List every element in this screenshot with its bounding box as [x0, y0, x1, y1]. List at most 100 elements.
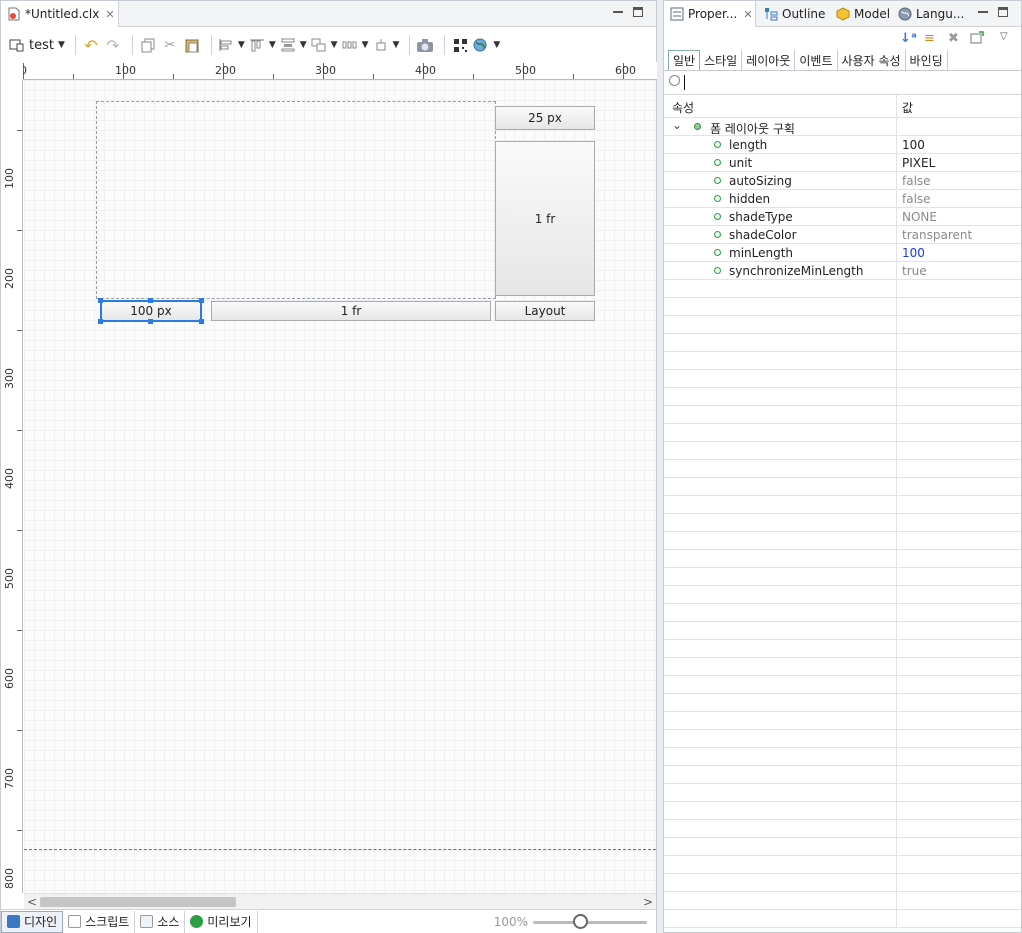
tab-properties[interactable]: Proper... ✕ — [664, 1, 756, 27]
empty-row — [664, 442, 1021, 460]
layout-button[interactable]: Layout — [495, 301, 595, 321]
ruler-label: 700 — [3, 768, 16, 789]
property-row[interactable]: shadeColor transparent — [664, 226, 1021, 244]
empty-row — [664, 406, 1021, 424]
paste-icon[interactable] — [183, 34, 201, 56]
selection-handle[interactable] — [148, 298, 153, 303]
property-value[interactable]: true — [902, 264, 927, 278]
property-search-input[interactable] — [664, 71, 1021, 95]
empty-row — [664, 298, 1021, 316]
source-file-icon — [140, 915, 154, 928]
tab-design[interactable]: 디자인 — [1, 910, 64, 933]
selection-handle[interactable] — [199, 319, 204, 324]
scroll-left-icon[interactable]: < — [24, 894, 40, 910]
property-value[interactable]: false — [902, 174, 931, 188]
selection-handle[interactable] — [148, 319, 153, 324]
close-icon[interactable]: ✕ — [743, 8, 752, 21]
property-row[interactable]: autoSizing false — [664, 172, 1021, 190]
edit-icon[interactable] — [970, 31, 985, 48]
ruler-tick — [17, 730, 22, 731]
align-left-icon[interactable]: ▼ — [218, 34, 245, 56]
selection-handle[interactable] — [98, 319, 103, 324]
tab-language[interactable]: Langu... — [892, 1, 970, 27]
view-menu-icon[interactable]: ▽ — [1000, 31, 1008, 42]
tab-preview-label: 미리보기 — [207, 915, 252, 929]
subtab-layout[interactable]: 레이아웃 — [742, 50, 796, 70]
tab-source[interactable]: 소스 — [135, 910, 186, 933]
scroll-right-icon[interactable]: > — [640, 894, 656, 910]
undo-icon[interactable]: ↶ — [82, 34, 100, 56]
selection-handle[interactable] — [98, 298, 103, 303]
property-value[interactable]: 100 — [902, 138, 925, 152]
maximize-icon[interactable] — [633, 7, 643, 17]
property-value[interactable]: PIXEL — [902, 156, 935, 170]
minimize-icon[interactable] — [978, 7, 988, 13]
distribute-icon[interactable]: ▼ — [280, 34, 307, 56]
group-icon[interactable]: ▼ — [311, 34, 338, 56]
subtab-user-attributes[interactable]: 사용자 속성 — [838, 50, 906, 70]
globe-settings-icon[interactable]: ▼ — [473, 34, 500, 56]
property-name: synchronizeMinLength — [729, 264, 864, 278]
globe-icon — [898, 7, 912, 21]
empty-row — [664, 496, 1021, 514]
subtab-general[interactable]: 일반 — [668, 50, 701, 70]
ruler-label: 500 — [515, 64, 536, 77]
redo-icon[interactable]: ↷ — [104, 34, 122, 56]
filter-icon[interactable]: ≡ — [924, 31, 935, 46]
empty-row — [664, 784, 1021, 802]
subtab-style[interactable]: 스타일 — [700, 50, 743, 70]
align-top-icon[interactable]: ▼ — [249, 34, 276, 56]
form-layout-area[interactable] — [96, 101, 496, 299]
ruler-label: 400 — [415, 64, 436, 77]
tab-script[interactable]: 스크립트 — [63, 910, 136, 933]
property-value[interactable]: transparent — [902, 228, 972, 242]
selection-handle[interactable] — [199, 298, 204, 303]
ruler-tick — [373, 74, 374, 79]
property-value[interactable]: NONE — [902, 210, 937, 224]
group-dot-icon — [694, 123, 701, 130]
subtab-event[interactable]: 이벤트 — [795, 50, 838, 70]
cut-icon[interactable]: ✂ — [161, 34, 179, 56]
ruler-label: 600 — [3, 668, 16, 689]
horizontal-scrollbar[interactable]: < > — [24, 893, 656, 909]
tab-outline[interactable]: Outline — [758, 1, 831, 27]
sort-az-icon[interactable]: ↓ᵃ — [900, 31, 917, 46]
subtab-binding[interactable]: 바인딩 — [906, 50, 948, 70]
maximize-icon[interactable] — [998, 7, 1008, 17]
property-row[interactable]: hidden false — [664, 190, 1021, 208]
property-row[interactable]: synchronizeMinLength true — [664, 262, 1021, 280]
anchor-icon[interactable]: ▼ — [373, 34, 399, 56]
property-row[interactable]: length 100 — [664, 136, 1021, 154]
property-value[interactable]: false — [902, 192, 931, 206]
tab-preview[interactable]: 미리보기 — [185, 910, 258, 933]
layout-cell-25px[interactable]: 25 px — [495, 106, 595, 130]
property-row[interactable]: shadeType NONE — [664, 208, 1021, 226]
layout-cell-1fr-vertical[interactable]: 1 fr — [495, 141, 595, 296]
qr-code-icon[interactable] — [451, 34, 469, 56]
ruler-label: 300 — [3, 368, 16, 389]
ruler-label: 600 — [615, 64, 636, 77]
group-row[interactable]: ⌄ 폼 레이아웃 구획 — [664, 118, 1021, 136]
editor-tab[interactable]: *Untitled.clx ✕ — [1, 1, 119, 27]
camera-icon[interactable] — [416, 34, 434, 56]
tab-model[interactable]: Model — [830, 1, 896, 27]
design-canvas[interactable]: 25 px 1 fr 100 px 1 fr Layout — [24, 80, 656, 893]
close-icon[interactable]: ✕ — [105, 8, 114, 21]
ruler-tick — [17, 430, 22, 431]
zoom-slider-handle[interactable] — [573, 914, 588, 929]
scrollbar-thumb[interactable] — [40, 897, 236, 907]
property-value[interactable]: 100 — [902, 246, 925, 260]
copy-icon[interactable] — [139, 34, 157, 56]
minimize-icon[interactable] — [613, 7, 623, 13]
clx-file-icon — [7, 7, 21, 21]
zoom-slider[interactable] — [533, 921, 647, 924]
device-selector[interactable]: test ▼ — [9, 34, 65, 56]
property-row[interactable]: unit PIXEL — [664, 154, 1021, 172]
layout-grid-icon[interactable]: ▼ — [342, 34, 369, 56]
ruler-tick — [173, 74, 174, 79]
chevron-down-icon[interactable]: ⌄ — [672, 118, 682, 132]
property-dot-icon — [714, 231, 721, 238]
delete-icon[interactable]: ✖ — [948, 31, 959, 46]
layout-cell-1fr-horizontal[interactable]: 1 fr — [211, 301, 491, 321]
property-row[interactable]: minLength 100 — [664, 244, 1021, 262]
